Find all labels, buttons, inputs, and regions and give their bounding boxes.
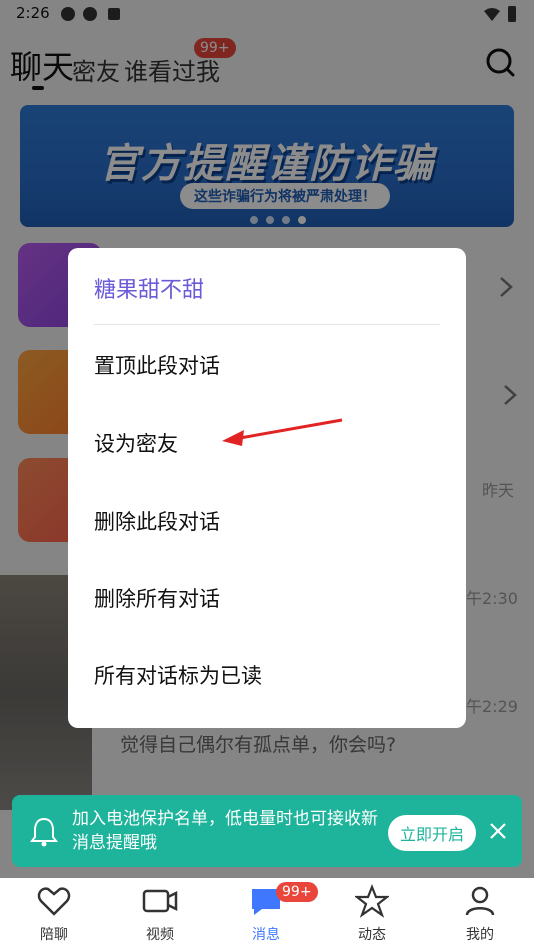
menu-delete-conversation[interactable]: 删除此段对话	[94, 506, 440, 536]
divider	[94, 324, 440, 325]
battery-notification-bar: 加入电池保护名单，低电量时也可接收新消息提醒哦 立即开启	[12, 795, 522, 867]
menu-mark-all-read[interactable]: 所有对话标为已读	[94, 660, 440, 690]
menu-pin-conversation[interactable]: 置顶此段对话	[94, 350, 440, 380]
video-camera-icon	[142, 889, 178, 913]
arrow-annotation-icon	[222, 418, 343, 446]
close-icon[interactable]	[488, 821, 508, 841]
nav-label: 动态	[358, 927, 386, 943]
nav-moments[interactable]: 动态	[332, 884, 412, 944]
heart-icon	[37, 887, 71, 916]
nav-label: 我的	[466, 927, 494, 943]
dialog-title: 糖果甜不甜	[94, 278, 205, 303]
nav-me[interactable]: 我的	[440, 884, 520, 944]
bell-icon	[30, 817, 58, 847]
menu-delete-all[interactable]: 删除所有对话	[94, 583, 440, 613]
notification-text: 加入电池保护名单，低电量时也可接收新消息提醒哦	[72, 809, 378, 853]
bottom-nav: 陪聊 视频 消息 99+ 动态 我的	[0, 878, 534, 950]
enable-button[interactable]: 立即开启	[388, 815, 477, 851]
nav-label: 消息	[252, 927, 280, 943]
nav-video[interactable]: 视频	[120, 884, 200, 944]
conversation-options-dialog: 糖果甜不甜 置顶此段对话 设为密友 删除此段对话 删除所有对话 所有对话标为已读	[68, 248, 466, 728]
profile-icon	[465, 886, 495, 916]
nav-label: 视频	[146, 927, 174, 943]
nav-accompany[interactable]: 陪聊	[14, 884, 94, 944]
star-icon	[353, 884, 391, 918]
messages-badge: 99+	[276, 882, 318, 902]
nav-label: 陪聊	[40, 927, 68, 943]
